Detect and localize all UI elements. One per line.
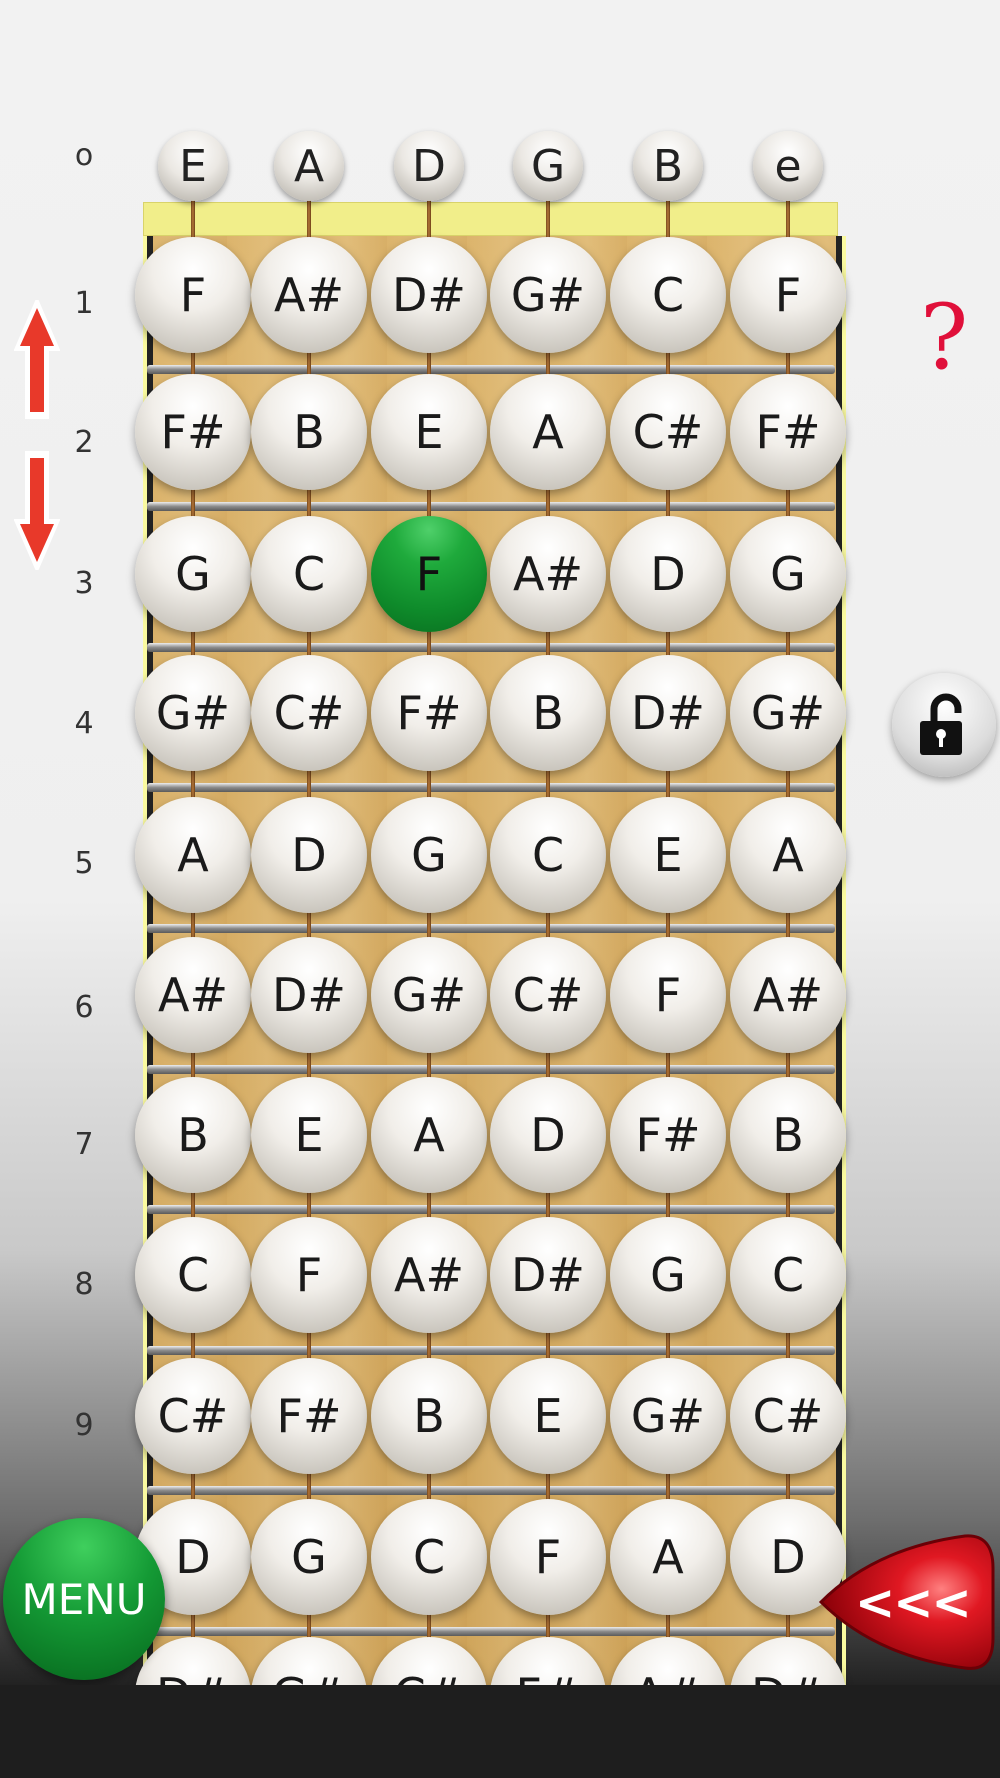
fret-wire [147,783,835,792]
note-ball[interactable]: C [135,1217,251,1333]
note-ball[interactable]: G [251,1499,367,1615]
lock-button[interactable] [892,673,996,777]
fret-number: 7 [74,1127,94,1162]
fret-number: 5 [74,846,94,881]
fret-wire [147,1205,835,1214]
note-ball[interactable]: C# [251,655,367,771]
fret-wire [147,502,835,511]
fret-wire [147,1486,835,1495]
note-ball[interactable]: A# [730,937,846,1053]
note-ball[interactable]: C# [135,1358,251,1474]
note-ball[interactable]: D [490,1077,606,1193]
note-ball[interactable]: F# [135,374,251,490]
fretboard-area: EADGBe F A# D# G# C F F# B E A C# F# G C F A# D G G# C# F# B D… [0,0,1000,1685]
note-ball[interactable]: E [490,1358,606,1474]
note-ball[interactable]: A [371,1077,487,1193]
note-ball[interactable]: A# [371,1217,487,1333]
note-ball[interactable]: G# [135,655,251,771]
open-string-3[interactable]: G [513,131,583,201]
back-label: <<< [855,1575,972,1631]
note-ball[interactable]: A [730,797,846,913]
fret-wire [147,643,835,652]
open-string-1[interactable]: A [274,131,344,201]
note-ball[interactable]: F [730,237,846,353]
note-ball[interactable]: A [610,1499,726,1615]
note-ball[interactable]: C [371,1499,487,1615]
help-button[interactable]: ? [920,285,968,390]
note-ball[interactable]: D [610,516,726,632]
arrow-up-icon[interactable] [14,300,60,422]
fret-number: 3 [74,566,94,601]
note-ball[interactable]: D# [490,1217,606,1333]
fret-number: 4 [74,706,94,741]
note-ball[interactable]: F# [610,1077,726,1193]
note-ball[interactable]: A [490,374,606,490]
note-ball[interactable]: B [371,1358,487,1474]
note-ball[interactable]: D# [610,655,726,771]
note-ball[interactable]: C# [610,374,726,490]
note-ball[interactable]: C [490,797,606,913]
note-ball[interactable]: F [135,237,251,353]
note-ball[interactable]: C [730,1217,846,1333]
fret-number-open: o [74,138,94,173]
fret-wire [147,365,835,374]
note-ball[interactable]: A# [135,937,251,1053]
note-ball[interactable]: B [490,655,606,771]
note-ball[interactable]: D# [371,237,487,353]
note-ball[interactable]: B [251,374,367,490]
note-ball[interactable]: F [490,1499,606,1615]
note-ball[interactable]: E [371,374,487,490]
menu-button[interactable]: MENU [3,1518,165,1680]
note-ball[interactable]: F# [730,374,846,490]
note-ball[interactable]: D [251,797,367,913]
note-ball[interactable]: C [610,237,726,353]
unlock-icon [920,693,962,755]
fret-wire [147,1346,835,1355]
open-string-0[interactable]: E [158,131,228,201]
fret-wire [147,1065,835,1074]
note-ball[interactable]: G [610,1217,726,1333]
note-ball[interactable]: C# [490,937,606,1053]
fret-wire [147,924,835,933]
open-string-4[interactable]: B [633,131,703,201]
arrow-down-icon[interactable] [14,450,60,570]
note-ball[interactable]: F [251,1217,367,1333]
note-ball[interactable]: C [251,516,367,632]
fret-wire [147,1627,835,1636]
bottom-bar [0,1685,1000,1778]
nut [143,202,838,236]
note-ball[interactable]: E [610,797,726,913]
note-ball[interactable]: D# [251,937,367,1053]
note-ball[interactable]: F# [251,1358,367,1474]
note-ball[interactable]: A [135,797,251,913]
open-string-5[interactable]: e [753,131,823,201]
note-ball[interactable]: E [251,1077,367,1193]
fret-number: 2 [74,425,94,460]
note-ball[interactable]: G [371,797,487,913]
note-ball[interactable]: F# [371,655,487,771]
fret-number: 6 [74,990,94,1025]
note-ball[interactable]: F [610,937,726,1053]
note-ball[interactable]: F [371,516,487,632]
note-ball[interactable]: G# [371,937,487,1053]
note-ball[interactable]: B [730,1077,846,1193]
fret-number: 8 [74,1267,94,1302]
note-ball[interactable]: B [135,1077,251,1193]
note-ball[interactable]: A# [251,237,367,353]
note-ball[interactable]: A# [490,516,606,632]
note-ball[interactable]: G [730,516,846,632]
note-ball[interactable]: G# [610,1358,726,1474]
note-ball[interactable]: G# [490,237,606,353]
note-ball[interactable]: C# [730,1358,846,1474]
fret-number: 9 [74,1408,94,1443]
fret-number: 1 [74,286,94,321]
note-ball[interactable]: G# [730,655,846,771]
note-ball[interactable]: G [135,516,251,632]
open-string-2[interactable]: D [394,131,464,201]
